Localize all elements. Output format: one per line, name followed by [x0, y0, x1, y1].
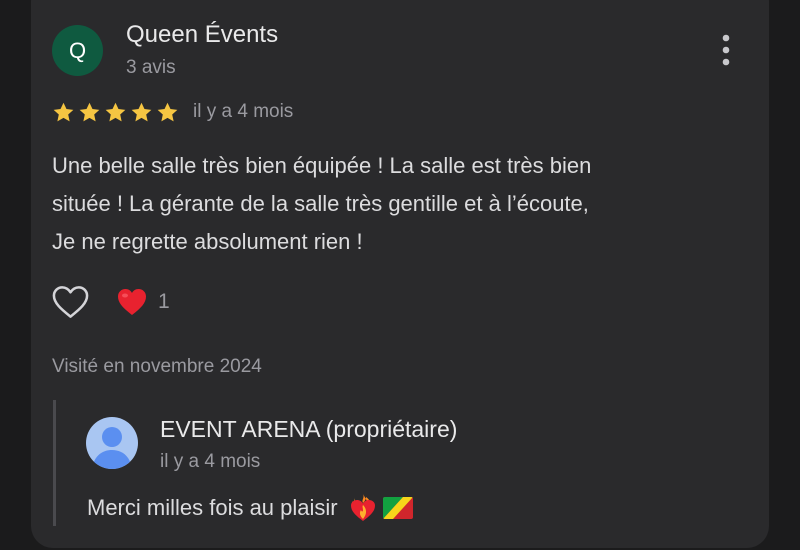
review-date: il y a 4 mois [193, 101, 294, 122]
review-text: Une belle salle très bien équipée ! La s… [52, 147, 732, 261]
heart-outline-icon[interactable] [51, 284, 90, 320]
reviewer-avatar[interactable]: Q [52, 25, 103, 76]
owner-reply: Merci milles fois au plaisir [87, 492, 413, 524]
review-text-line: Je ne regrette absolument rien ! [52, 229, 363, 254]
reply-divider [53, 400, 56, 526]
review-text-line: Une belle salle très bien équipée ! La s… [52, 153, 592, 178]
red-heart-emoji-icon[interactable] [116, 287, 148, 317]
congo-flag-emoji-icon [382, 497, 413, 519]
heart-on-fire-emoji-icon [350, 494, 375, 521]
owner-avatar[interactable] [86, 417, 138, 469]
star-icon [53, 102, 74, 122]
star-icon [105, 102, 126, 122]
person-icon [92, 427, 132, 469]
review-text-line: située ! La gérante de la salle très gen… [52, 191, 589, 216]
review-card [31, 0, 769, 548]
reaction-count: 1 [158, 290, 170, 313]
star-icon [79, 102, 100, 122]
star-icon [131, 102, 152, 122]
reviewer-name[interactable]: Queen Évents [126, 21, 278, 49]
reviewer-review-count: 3 avis [126, 57, 176, 78]
owner-reply-text: Merci milles fois au plaisir [87, 495, 338, 520]
visit-date: Visité en novembre 2024 [52, 356, 262, 377]
owner-reply-date: il y a 4 mois [160, 451, 261, 472]
star-icon [157, 102, 178, 122]
star-rating [52, 101, 179, 125]
more-vert-icon[interactable] [712, 33, 740, 67]
owner-name[interactable]: EVENT ARENA (propriétaire) [160, 416, 457, 443]
